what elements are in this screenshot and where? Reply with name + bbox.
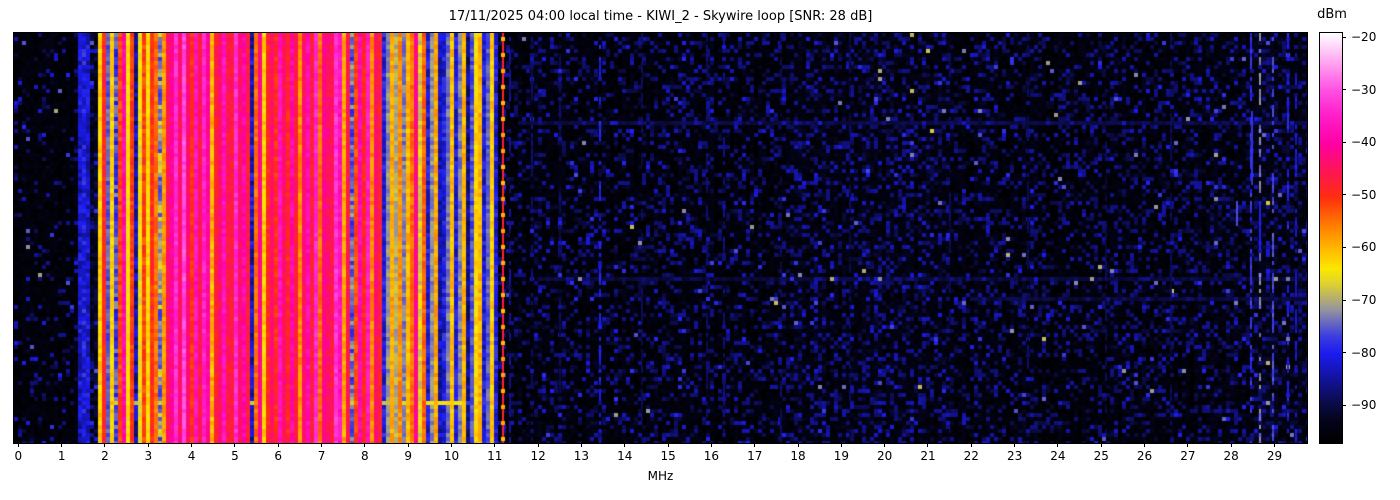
spectrogram-figure: 17/11/2025 04:00 local time - KIWI_2 - S… xyxy=(0,0,1400,500)
colorbar-tick xyxy=(1342,89,1346,91)
colorbar-tick-label: −90 xyxy=(1351,398,1377,413)
colorbar-tick xyxy=(1342,352,1346,354)
x-axis-label: MHz xyxy=(647,469,674,483)
x-tick-label: 4 xyxy=(187,449,196,463)
x-tick xyxy=(537,443,539,447)
x-tick-label: 6 xyxy=(274,449,283,463)
x-tick xyxy=(1144,443,1146,447)
x-tick-label: 19 xyxy=(833,449,849,463)
x-axis: 0 1 2 3 4 5 6 7 8 9 10 11 12 13 14 15 16 17 18 19 20 21 22 23 24… xyxy=(14,443,1307,469)
x-tick-label: 18 xyxy=(790,449,806,463)
x-tick xyxy=(1057,443,1059,447)
colorbar-gradient xyxy=(1319,32,1343,444)
x-tick xyxy=(754,443,756,447)
x-tick xyxy=(407,443,409,447)
x-tick-label: 15 xyxy=(660,449,676,463)
x-tick xyxy=(494,443,496,447)
colorbar-tick-label: −60 xyxy=(1351,240,1377,255)
colorbar-tick-label: −70 xyxy=(1351,293,1377,308)
colorbar-tick-label: −30 xyxy=(1351,82,1377,97)
colorbar-tick-label: −40 xyxy=(1351,135,1377,150)
colorbar-tick-label: −80 xyxy=(1351,345,1377,360)
x-tick-label: 2 xyxy=(101,449,109,463)
x-tick-label: 21 xyxy=(920,449,936,463)
x-tick-label: 25 xyxy=(1093,449,1109,463)
x-tick xyxy=(1274,443,1275,447)
x-tick xyxy=(234,443,236,447)
x-tick-label: 23 xyxy=(1006,449,1023,463)
x-tick-label: 13 xyxy=(573,449,590,463)
x-tick-label: 26 xyxy=(1136,449,1153,463)
x-tick-label: 12 xyxy=(530,449,546,463)
x-tick-label: 27 xyxy=(1180,449,1196,463)
x-tick xyxy=(61,443,63,447)
x-tick xyxy=(17,443,19,447)
x-tick xyxy=(277,443,279,447)
x-tick-label: 17 xyxy=(747,449,763,463)
colorbar-tick xyxy=(1342,246,1346,248)
colorbar-title: dBm xyxy=(1317,7,1347,22)
x-tick-label: 0 xyxy=(14,449,23,463)
x-tick xyxy=(970,443,972,447)
x-tick xyxy=(580,443,582,447)
x-tick xyxy=(1187,443,1189,447)
x-tick xyxy=(884,443,886,447)
x-tick xyxy=(364,443,366,447)
x-tick-label: 8 xyxy=(361,449,369,463)
x-tick xyxy=(191,443,193,447)
x-tick-label: 3 xyxy=(144,449,153,463)
x-tick-label: 14 xyxy=(617,449,633,463)
x-tick-label: 9 xyxy=(404,449,412,463)
x-tick-label: 7 xyxy=(317,449,326,463)
x-tick-label: 16 xyxy=(703,449,720,463)
x-tick xyxy=(667,443,669,447)
colorbar-ticks: −20 −30 −40 −50 −60 −70 −80 −90 xyxy=(1342,30,1400,443)
x-tick xyxy=(147,443,149,447)
colorbar-tick xyxy=(1342,194,1346,196)
x-tick-label: 29 xyxy=(1266,449,1283,463)
x-tick-label: 22 xyxy=(963,449,979,463)
colorbar-tick xyxy=(1342,36,1346,38)
x-tick xyxy=(797,443,799,447)
colorbar-tick-label: −20 xyxy=(1351,30,1377,45)
x-tick-label: 10 xyxy=(443,449,460,463)
x-tick xyxy=(624,443,626,447)
x-tick xyxy=(1230,443,1232,447)
x-tick-label: 5 xyxy=(231,449,239,463)
x-tick xyxy=(927,443,929,447)
x-tick-label: 24 xyxy=(1050,449,1066,463)
x-tick xyxy=(840,443,842,447)
x-tick-label: 28 xyxy=(1223,449,1239,463)
x-tick xyxy=(104,443,106,447)
plot-title: 17/11/2025 04:00 local time - KIWI_2 - S… xyxy=(448,9,873,24)
colorbar-tick xyxy=(1342,404,1346,406)
spectrogram-heatmap xyxy=(13,32,1308,444)
x-tick xyxy=(710,443,712,447)
x-tick xyxy=(450,443,452,447)
colorbar-tick-label: −50 xyxy=(1351,187,1377,202)
x-tick-label: 11 xyxy=(487,449,503,463)
x-tick-label: 20 xyxy=(877,449,893,463)
x-tick xyxy=(321,443,323,447)
colorbar-tick xyxy=(1342,141,1346,143)
x-tick xyxy=(1014,443,1016,447)
colorbar-tick xyxy=(1342,299,1346,301)
x-tick-label: 1 xyxy=(57,449,66,463)
x-tick xyxy=(1100,443,1102,447)
